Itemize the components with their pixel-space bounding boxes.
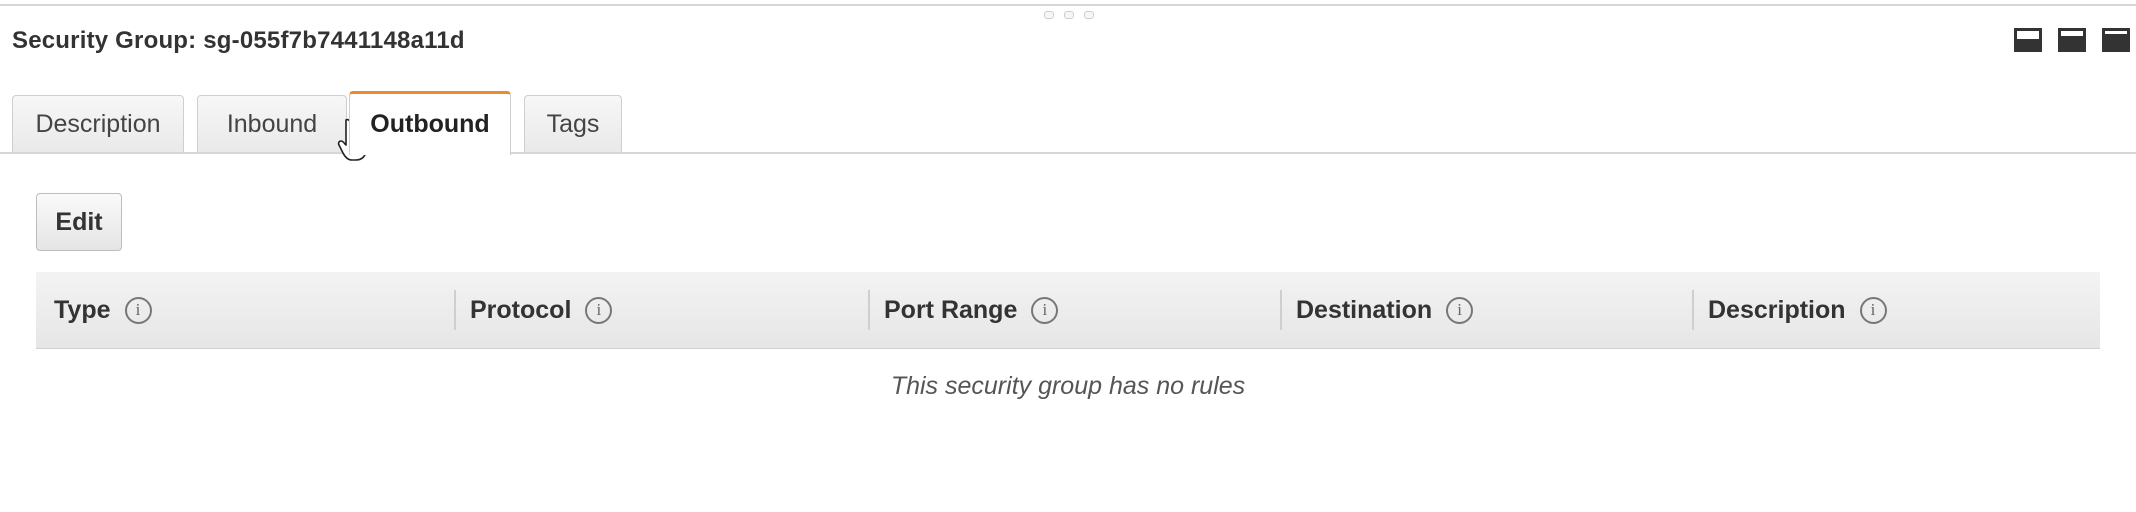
- rules-table-header: Type i Protocol i Port Range i Destinati…: [36, 272, 2100, 349]
- info-icon[interactable]: i: [585, 296, 613, 324]
- empty-rules-message: This security group has no rules: [890, 372, 1246, 400]
- panel-top-border: [0, 4, 2136, 6]
- column-header-destination[interactable]: Destination i: [1279, 272, 1474, 348]
- tab-tags[interactable]: Tags: [524, 95, 622, 153]
- grip-dot: [1064, 11, 1074, 19]
- tab-description[interactable]: Description: [12, 95, 184, 153]
- edit-button[interactable]: Edit: [36, 193, 122, 251]
- column-header-protocol[interactable]: Protocol i: [453, 272, 613, 348]
- column-header-port-range[interactable]: Port Range i: [867, 272, 1059, 348]
- info-icon[interactable]: i: [1446, 296, 1474, 324]
- resize-handle[interactable]: [1044, 11, 1094, 19]
- tab-inbound[interactable]: Inbound: [197, 95, 347, 153]
- layout-bottom-medium-icon[interactable]: [2058, 28, 2086, 52]
- column-header-description[interactable]: Description i: [1692, 272, 1887, 348]
- layout-controls: [2014, 28, 2136, 52]
- layout-full-icon[interactable]: [2102, 28, 2130, 52]
- tab-label: Inbound: [226, 110, 318, 138]
- panel-title: Security Group: sg-055f7b7441148a11d: [12, 27, 465, 54]
- grip-dot: [1044, 11, 1054, 19]
- tab-label: Description: [35, 110, 161, 138]
- info-icon[interactable]: i: [1031, 296, 1059, 324]
- tab-divider: [0, 152, 2136, 154]
- info-icon[interactable]: i: [124, 296, 152, 324]
- column-header-type[interactable]: Type i: [54, 272, 152, 348]
- tab-outbound[interactable]: Outbound: [349, 91, 511, 155]
- layout-bottom-small-icon[interactable]: [2014, 28, 2042, 52]
- tab-label: Tags: [546, 110, 600, 138]
- info-icon[interactable]: i: [1859, 296, 1887, 324]
- grip-dot: [1084, 11, 1094, 19]
- tab-label: Outbound: [370, 110, 490, 138]
